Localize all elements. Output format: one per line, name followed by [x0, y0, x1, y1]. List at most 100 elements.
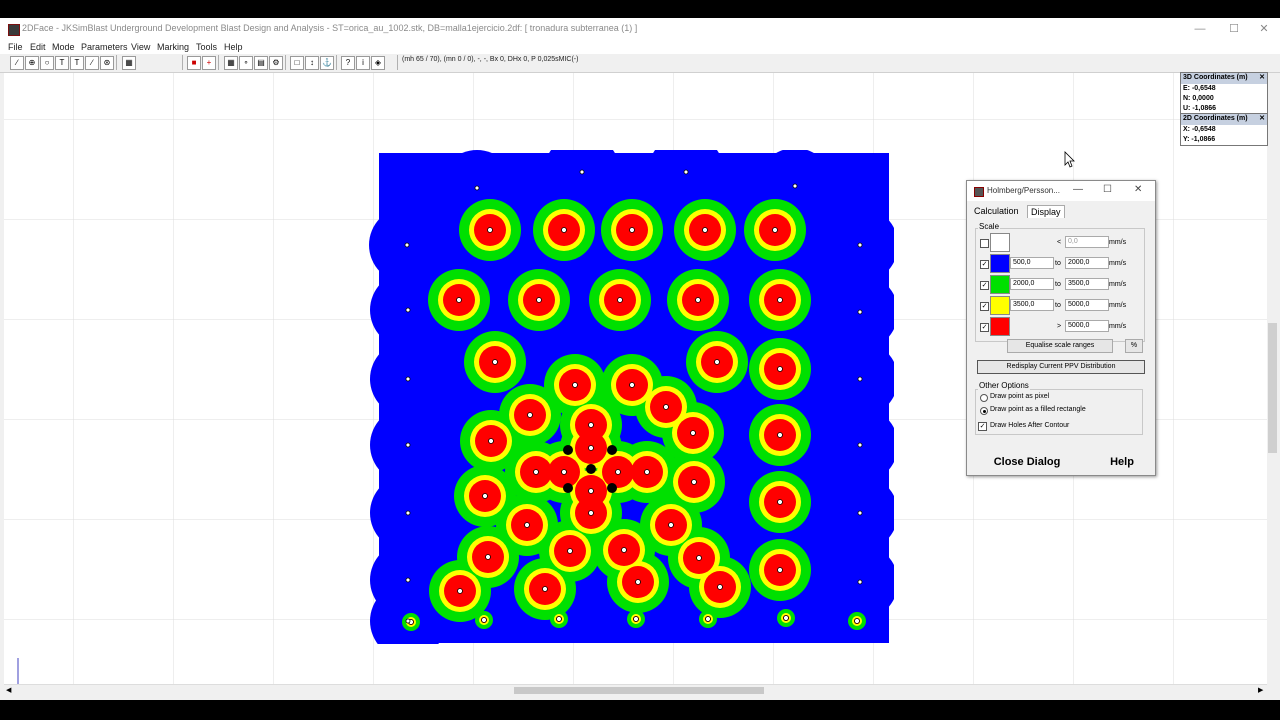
draw-line-icon[interactable]: ∕: [10, 56, 24, 70]
grid-icon[interactable]: ▦: [224, 56, 238, 70]
scale-row-checkbox[interactable]: ✓: [980, 323, 989, 332]
drill-hole: [588, 510, 594, 516]
drill-hole: [714, 359, 720, 365]
minimize-button[interactable]: —: [1184, 18, 1216, 40]
settings-icon[interactable]: ⚙: [269, 56, 283, 70]
draw-holes-checkbox[interactable]: ✓: [978, 422, 987, 431]
scale-row-checkbox[interactable]: [980, 239, 989, 248]
table-icon[interactable]: ▤: [254, 56, 268, 70]
holmberg-persson-dialog: Holmberg/Persson... — ☐ ✕ Calculation Di…: [966, 180, 1156, 476]
perimeter-hole: [857, 579, 863, 585]
scale-row-color-swatch[interactable]: [990, 233, 1010, 252]
drill-hole: [457, 588, 463, 594]
draw-rectangle-radio[interactable]: [980, 407, 988, 415]
redisplay-ppv-button[interactable]: Redisplay Current PPV Distribution: [977, 360, 1145, 374]
scale-row-to-input[interactable]: 5000,0: [1065, 320, 1109, 332]
drill-hole: [633, 616, 639, 622]
add-hole-icon[interactable]: +: [202, 56, 216, 70]
vertical-scrollbar[interactable]: [1267, 73, 1278, 684]
drill-hole: [717, 584, 723, 590]
scale-row-checkbox[interactable]: ✓: [980, 281, 989, 290]
tab-display[interactable]: Display: [1027, 205, 1065, 218]
draw-pixel-radio[interactable]: [980, 394, 988, 402]
scale-row-color-swatch[interactable]: [990, 275, 1010, 294]
scale-row-to-input[interactable]: 2000,0: [1065, 257, 1109, 269]
scale-row-unit: mm/s: [1109, 302, 1127, 309]
scale-row-operator: >: [1057, 323, 1062, 330]
horizontal-scroll-thumb[interactable]: [514, 687, 764, 694]
scroll-left-icon[interactable]: ◀: [6, 686, 11, 694]
scale-row-color-swatch[interactable]: [990, 254, 1010, 273]
menu-mode[interactable]: Mode: [52, 42, 75, 52]
status-readout: (mh 65 / 70), (mn 0 / 0), -, -, Bx 0, DH…: [402, 56, 579, 63]
coords-3d-title: 3D Coordinates (m) ✕: [1181, 73, 1267, 84]
scale-row-color-swatch[interactable]: [990, 317, 1010, 336]
menu-marking[interactable]: Marking: [157, 42, 189, 52]
relief-hole: [607, 483, 617, 493]
relief-hole: [563, 483, 573, 493]
dialog-close-button[interactable]: ✕: [1134, 184, 1142, 195]
text-bold-t-icon[interactable]: T: [70, 56, 84, 70]
menu-file[interactable]: File: [8, 42, 23, 52]
scale-row-to-input[interactable]: 0,0: [1065, 236, 1109, 248]
scale-row-color-swatch[interactable]: [990, 296, 1010, 315]
scroll-right-icon[interactable]: ▶: [1258, 686, 1263, 694]
menu-edit[interactable]: Edit: [30, 42, 46, 52]
anchor-icon[interactable]: ⚓: [320, 56, 334, 70]
scale-row-from-input[interactable]: 3500,0: [1010, 299, 1054, 311]
toolbar: ∕ ⊕ ○ T T ∕ ⊛ ▦ ■ + ▦ ∘ ▤ ⚙ □ ↕ ⚓ ? i ◈ …: [0, 54, 1280, 73]
drill-hole: [629, 227, 635, 233]
scale-row-from-input[interactable]: 500,0: [1010, 257, 1054, 269]
scale-row-to-input[interactable]: 3500,0: [1065, 278, 1109, 290]
zoom-icon[interactable]: ⊕: [25, 56, 39, 70]
maximize-button[interactable]: ☐: [1218, 18, 1250, 40]
drill-hole: [777, 432, 783, 438]
screen-bottom-bar: [0, 700, 1280, 720]
drill-hole: [456, 297, 462, 303]
measure-icon[interactable]: ↕: [305, 56, 319, 70]
close-window-button[interactable]: ✕: [1248, 18, 1280, 40]
toolbar-separator: [218, 55, 219, 70]
tool-icon[interactable]: ⊛: [100, 56, 114, 70]
app-icon: [8, 24, 20, 36]
circle-icon[interactable]: ○: [40, 56, 54, 70]
tab-calculation[interactable]: Calculation: [971, 205, 1022, 217]
coords-2d-close-icon[interactable]: ✕: [1259, 114, 1265, 122]
drill-hole: [481, 617, 487, 623]
help-button[interactable]: Help: [1093, 453, 1151, 471]
scale-row-checkbox[interactable]: ✓: [980, 260, 989, 269]
text-t-icon[interactable]: T: [55, 56, 69, 70]
scale-row-unit: mm/s: [1109, 281, 1127, 288]
title-bar: 2DFace - JKSimBlast Underground Developm…: [0, 18, 1280, 40]
select-box-icon[interactable]: □: [290, 56, 304, 70]
perimeter-hole: [474, 185, 480, 191]
coords-3d-close-icon[interactable]: ✕: [1259, 73, 1265, 81]
perimeter-hole: [683, 169, 689, 175]
layers-icon[interactable]: ▦: [122, 56, 136, 70]
drill-hole: [635, 579, 641, 585]
info-icon[interactable]: i: [356, 56, 370, 70]
menu-view[interactable]: View: [131, 42, 150, 52]
menu-help[interactable]: Help: [224, 42, 243, 52]
dialog-maximize-button[interactable]: ☐: [1103, 184, 1112, 195]
record-icon[interactable]: ■: [187, 56, 201, 70]
ppv-icon[interactable]: ◈: [371, 56, 385, 70]
close-dialog-button[interactable]: Close Dialog: [967, 453, 1087, 471]
equalise-scale-button[interactable]: Equalise scale ranges: [1007, 339, 1113, 353]
menu-parameters[interactable]: Parameters: [81, 42, 128, 52]
scale-row-to-label: to: [1055, 302, 1061, 309]
horizontal-scrollbar[interactable]: ◀ ▶: [4, 684, 1267, 696]
pattern-icon[interactable]: ∘: [239, 56, 253, 70]
menu-tools[interactable]: Tools: [196, 42, 217, 52]
scale-row-from-input[interactable]: 2000,0: [1010, 278, 1054, 290]
scale-row-3: ✓ 3500,0 to 5000,0 mm/s: [967, 296, 1155, 317]
vertical-scroll-thumb[interactable]: [1268, 323, 1277, 453]
percent-button[interactable]: %: [1125, 339, 1143, 353]
scale-row-to-input[interactable]: 5000,0: [1065, 299, 1109, 311]
pencil-icon[interactable]: ∕: [85, 56, 99, 70]
scale-row-checkbox[interactable]: ✓: [980, 302, 989, 311]
drill-hole: [533, 469, 539, 475]
dialog-minimize-button[interactable]: —: [1073, 184, 1083, 195]
help-cursor-icon[interactable]: ?: [341, 56, 355, 70]
drill-hole: [702, 227, 708, 233]
